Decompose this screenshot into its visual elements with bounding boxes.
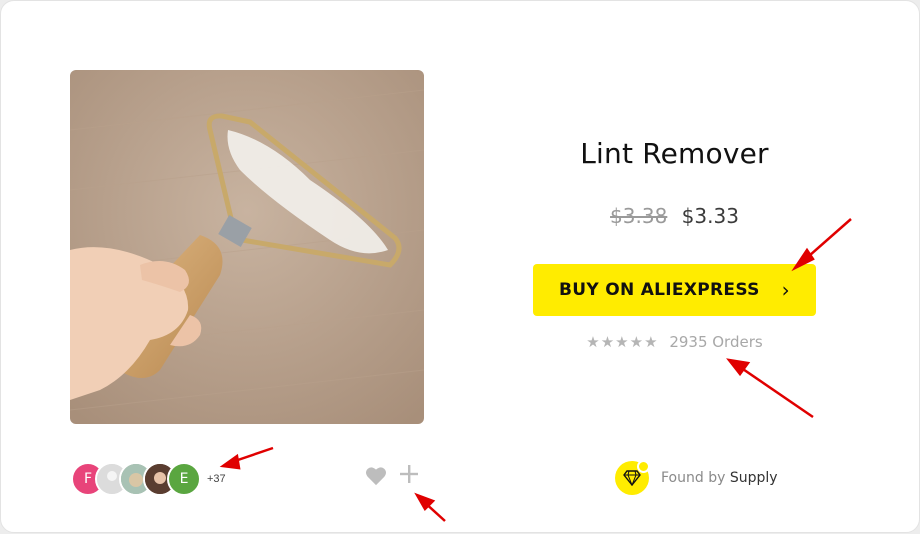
annotation-arrow [228, 446, 274, 465]
annotation-arrow [736, 363, 814, 419]
rating-row: ★★★★★ 2935 Orders [533, 333, 816, 351]
product-card: Lint Remover $3.38 $3.33 BUY ON ALIEXPRE… [0, 0, 920, 533]
badge-dot [637, 460, 650, 473]
annotation-arrow [422, 500, 446, 522]
found-by[interactable]: Found by Supply [615, 460, 778, 495]
chevron-right-icon: › [781, 278, 790, 302]
heart-icon[interactable] [365, 466, 387, 490]
orders-count: 2935 Orders [669, 333, 763, 351]
buy-on-aliexpress-button[interactable]: BUY ON ALIEXPRESS › [533, 264, 816, 316]
supply-badge [615, 460, 650, 495]
found-by-prefix: Found by [661, 470, 726, 486]
avatar-initial: E [179, 471, 189, 487]
buy-button-label: BUY ON ALIEXPRESS [559, 280, 760, 300]
more-users-count[interactable]: +37 [207, 473, 226, 485]
lint-remover-photo [70, 70, 424, 424]
product-title: Lint Remover [580, 137, 769, 170]
price-row: $3.38 $3.33 [533, 204, 816, 228]
annotation-arrowhead [414, 492, 436, 512]
star-rating: ★★★★★ [586, 333, 659, 351]
plus-icon[interactable] [399, 463, 419, 489]
diamond-icon [623, 470, 641, 486]
product-image[interactable] [70, 70, 424, 424]
avatar-initial: F [83, 471, 93, 487]
original-price: $3.38 [610, 204, 668, 228]
avatar-stack[interactable]: F E +37 [71, 462, 226, 496]
found-by-text: Found by Supply [661, 470, 778, 486]
found-by-brand[interactable]: Supply [730, 470, 778, 486]
annotation-arrowhead [726, 358, 751, 377]
avatar[interactable]: E [167, 462, 201, 496]
sale-price: $3.33 [681, 204, 739, 228]
